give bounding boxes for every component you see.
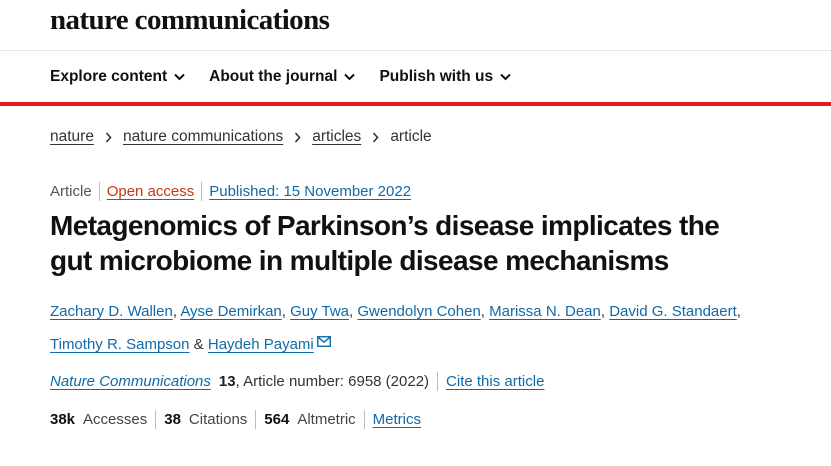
author-link[interactable]: Haydeh Payami <box>208 336 314 353</box>
author-link[interactable]: Timothy R. Sampson <box>50 336 190 353</box>
author-link[interactable]: Gwendolyn Cohen <box>357 303 480 320</box>
cite-this-article-link[interactable]: Cite this article <box>446 373 544 390</box>
nav-about-journal[interactable]: About the journal <box>209 68 356 86</box>
chevron-down-icon <box>500 73 511 81</box>
citations-label: Citations <box>188 411 248 428</box>
open-access-link[interactable]: Open access <box>107 183 195 200</box>
nav-explore-content-label: Explore content <box>50 68 168 85</box>
divider <box>437 372 439 391</box>
published-date-link[interactable]: Published: 15 November 2022 <box>209 183 411 200</box>
citations-count: 38 <box>164 411 181 428</box>
citation-line: Nature Communications 13 , Article numbe… <box>50 372 544 391</box>
article-title-line-1: Metagenomics of Parkinson’s disease impl… <box>50 210 720 241</box>
metrics-bar: 38k Accesses 38 Citations 564 Altmetric … <box>50 410 421 429</box>
nav-publish-with-us-label: Publish with us <box>379 68 494 85</box>
chevron-right-icon <box>105 131 112 143</box>
author-separator: , <box>172 303 177 320</box>
accent-bar <box>0 102 831 106</box>
author-separator: , <box>349 303 354 320</box>
divider <box>155 410 157 429</box>
accesses-label: Accesses <box>83 411 148 428</box>
chevron-right-icon <box>372 131 379 143</box>
nav-publish-with-us[interactable]: Publish with us <box>379 68 511 86</box>
author-link[interactable]: Zachary D. Wallen <box>50 303 173 320</box>
accesses-count: 38k <box>50 411 76 428</box>
divider <box>363 410 365 429</box>
email-icon[interactable] <box>316 327 331 358</box>
header-divider <box>0 50 831 51</box>
author-list: Zachary D. Wallen, Ayse Demirkan, Guy Tw… <box>50 296 790 360</box>
nav-about-journal-label: About the journal <box>209 68 338 85</box>
metrics-link[interactable]: Metrics <box>373 411 421 428</box>
breadcrumb: nature nature communications articles ar… <box>50 128 432 146</box>
divider <box>201 182 203 201</box>
author-link[interactable]: Ayse Demirkan <box>180 303 281 320</box>
author-link[interactable]: Guy Twa <box>290 303 349 320</box>
nav-explore-content[interactable]: Explore content <box>50 68 185 86</box>
altmetric-label: Altmetric <box>297 411 356 428</box>
altmetric-score: 564 <box>264 411 290 428</box>
volume-number: 13 <box>218 373 236 390</box>
breadcrumb-nature[interactable]: nature <box>50 128 94 146</box>
article-title: Metagenomics of Parkinson’s disease impl… <box>50 208 810 278</box>
article-type: Article <box>50 183 92 200</box>
article-title-line-2: gut microbiome in multiple disease mecha… <box>50 245 669 276</box>
divider <box>98 182 100 201</box>
chevron-right-icon <box>294 131 301 143</box>
breadcrumb-articles[interactable]: articles <box>312 128 361 146</box>
author-link[interactable]: Marissa N. Dean <box>489 303 601 320</box>
author-ampersand: & <box>193 336 204 353</box>
journal-logo[interactable]: nature communications <box>50 4 330 37</box>
author-separator: , <box>480 303 485 320</box>
chevron-down-icon <box>174 73 185 81</box>
author-separator: , <box>600 303 606 320</box>
main-nav: Explore content About the journal Publis… <box>50 68 535 86</box>
chevron-down-icon <box>344 73 356 81</box>
article-number: , Article number: 6958 (2022) <box>235 373 430 390</box>
divider <box>255 410 257 429</box>
author-separator: , <box>736 303 741 320</box>
article-meta: Article Open access Published: 15 Novemb… <box>50 182 411 201</box>
breadcrumb-current: article <box>390 128 432 145</box>
journal-link[interactable]: Nature Communications <box>50 373 211 390</box>
breadcrumb-nature-communications[interactable]: nature communications <box>123 128 283 146</box>
author-link[interactable]: David G. Standaert <box>609 303 737 320</box>
author-separator: , <box>281 303 286 320</box>
